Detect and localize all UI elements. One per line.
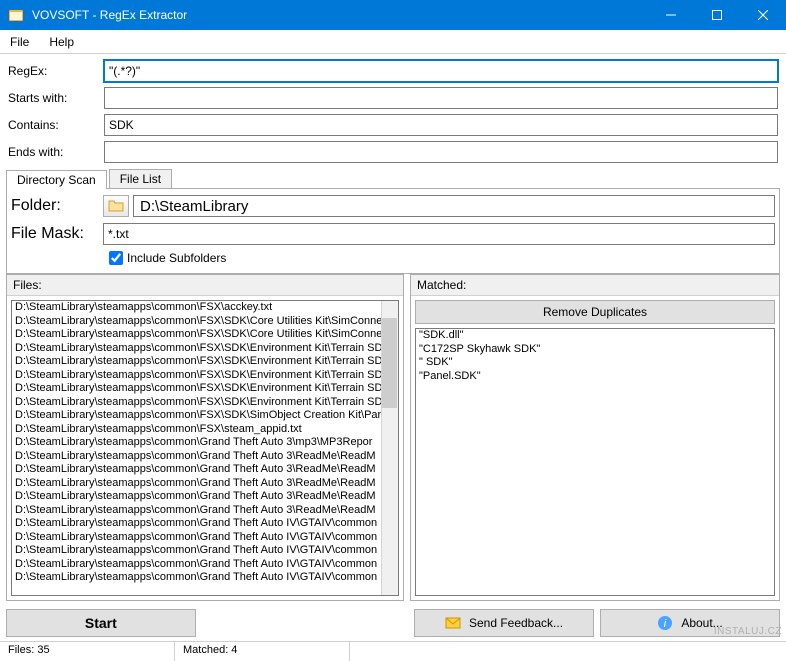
app-icon (8, 7, 24, 23)
file-list-item[interactable]: D:\SteamLibrary\steamapps\common\Grand T… (12, 463, 398, 477)
label-starts-with: Starts with: (8, 91, 104, 105)
app-window: VOVSOFT - RegEx Extractor File Help RegE… (0, 0, 786, 661)
label-contains: Contains: (8, 118, 104, 132)
files-panel: Files: D:\SteamLibrary\steamapps\common\… (6, 274, 404, 601)
titlebar: VOVSOFT - RegEx Extractor (0, 0, 786, 30)
tab-file-list[interactable]: File List (109, 169, 172, 188)
mail-icon (445, 615, 461, 631)
menu-help[interactable]: Help (39, 35, 84, 49)
file-list-item[interactable]: D:\SteamLibrary\steamapps\common\Grand T… (12, 571, 398, 585)
matched-list-item[interactable]: " SDK" (416, 356, 774, 370)
file-list-item[interactable]: D:\SteamLibrary\steamapps\common\Grand T… (12, 504, 398, 518)
file-list-item[interactable]: D:\SteamLibrary\steamapps\common\FSX\SDK… (12, 409, 398, 423)
scrollbar[interactable] (381, 301, 398, 595)
label-regex: RegEx: (8, 64, 104, 78)
directory-scan-panel: Folder: File Mask: Include Subfolders (6, 188, 780, 274)
files-listbox[interactable]: D:\SteamLibrary\steamapps\common\FSX\acc… (11, 300, 399, 596)
menubar: File Help (0, 30, 786, 54)
matched-panel: Matched: Remove Duplicates "SDK.dll""C17… (410, 274, 780, 601)
file-list-item[interactable]: D:\SteamLibrary\steamapps\common\FSX\SDK… (12, 355, 398, 369)
label-folder: Folder: (11, 197, 103, 215)
file-list-item[interactable]: D:\SteamLibrary\steamapps\common\Grand T… (12, 490, 398, 504)
label-file-mask: File Mask: (11, 225, 103, 243)
menu-file[interactable]: File (0, 35, 39, 49)
include-subfolders-label: Include Subfolders (127, 251, 226, 265)
close-button[interactable] (740, 0, 786, 30)
matched-panel-header: Matched: (411, 275, 779, 296)
file-list-item[interactable]: D:\SteamLibrary\steamapps\common\FSX\SDK… (12, 342, 398, 356)
send-feedback-label: Send Feedback... (469, 616, 563, 630)
contains-input[interactable] (104, 114, 778, 136)
send-feedback-button[interactable]: Send Feedback... (414, 609, 594, 637)
file-list-item[interactable]: D:\SteamLibrary\steamapps\common\Grand T… (12, 450, 398, 464)
minimize-button[interactable] (648, 0, 694, 30)
folder-input[interactable] (133, 195, 775, 217)
starts-with-input[interactable] (104, 87, 778, 109)
status-files: Files: 35 (0, 642, 175, 661)
include-subfolders-checkbox[interactable] (109, 251, 123, 265)
scrollbar-thumb[interactable] (382, 318, 397, 408)
info-icon: i (657, 615, 673, 631)
matched-list-item[interactable]: "C172SP Skyhawk SDK" (416, 343, 774, 357)
file-list-item[interactable]: D:\SteamLibrary\steamapps\common\Grand T… (12, 544, 398, 558)
file-list-item[interactable]: D:\SteamLibrary\steamapps\common\FSX\SDK… (12, 369, 398, 383)
matched-list-item[interactable]: "Panel.SDK" (416, 370, 774, 384)
folder-icon (108, 198, 124, 214)
status-bar: Files: 35 Matched: 4 (0, 641, 786, 661)
status-matched: Matched: 4 (175, 642, 350, 661)
window-title: VOVSOFT - RegEx Extractor (32, 8, 648, 22)
regex-input[interactable] (104, 60, 778, 82)
watermark: INSTALUJ.CZ (714, 626, 782, 637)
file-list-item[interactable]: D:\SteamLibrary\steamapps\common\Grand T… (12, 558, 398, 572)
tab-directory-scan[interactable]: Directory Scan (6, 170, 107, 189)
file-list-item[interactable]: D:\SteamLibrary\steamapps\common\Grand T… (12, 436, 398, 450)
remove-duplicates-button[interactable]: Remove Duplicates (415, 300, 775, 324)
file-list-item[interactable]: D:\SteamLibrary\steamapps\common\Grand T… (12, 517, 398, 531)
file-list-item[interactable]: D:\SteamLibrary\steamapps\common\FSX\ste… (12, 423, 398, 437)
browse-folder-button[interactable] (103, 195, 129, 217)
file-list-item[interactable]: D:\SteamLibrary\steamapps\common\FSX\SDK… (12, 382, 398, 396)
file-list-item[interactable]: D:\SteamLibrary\steamapps\common\Grand T… (12, 477, 398, 491)
matched-listbox[interactable]: "SDK.dll""C172SP Skyhawk SDK"" SDK""Pane… (415, 328, 775, 596)
file-list-item[interactable]: D:\SteamLibrary\steamapps\common\Grand T… (12, 531, 398, 545)
file-mask-input[interactable] (103, 223, 775, 245)
maximize-button[interactable] (694, 0, 740, 30)
label-ends-with: Ends with: (8, 145, 104, 159)
ends-with-input[interactable] (104, 141, 778, 163)
file-list-item[interactable]: D:\SteamLibrary\steamapps\common\FSX\acc… (12, 301, 398, 315)
start-button[interactable]: Start (6, 609, 196, 637)
file-list-item[interactable]: D:\SteamLibrary\steamapps\common\FSX\SDK… (12, 328, 398, 342)
file-list-item[interactable]: D:\SteamLibrary\steamapps\common\FSX\SDK… (12, 396, 398, 410)
files-panel-header: Files: (7, 275, 403, 296)
file-list-item[interactable]: D:\SteamLibrary\steamapps\common\FSX\SDK… (12, 315, 398, 329)
matched-list-item[interactable]: "SDK.dll" (416, 329, 774, 343)
